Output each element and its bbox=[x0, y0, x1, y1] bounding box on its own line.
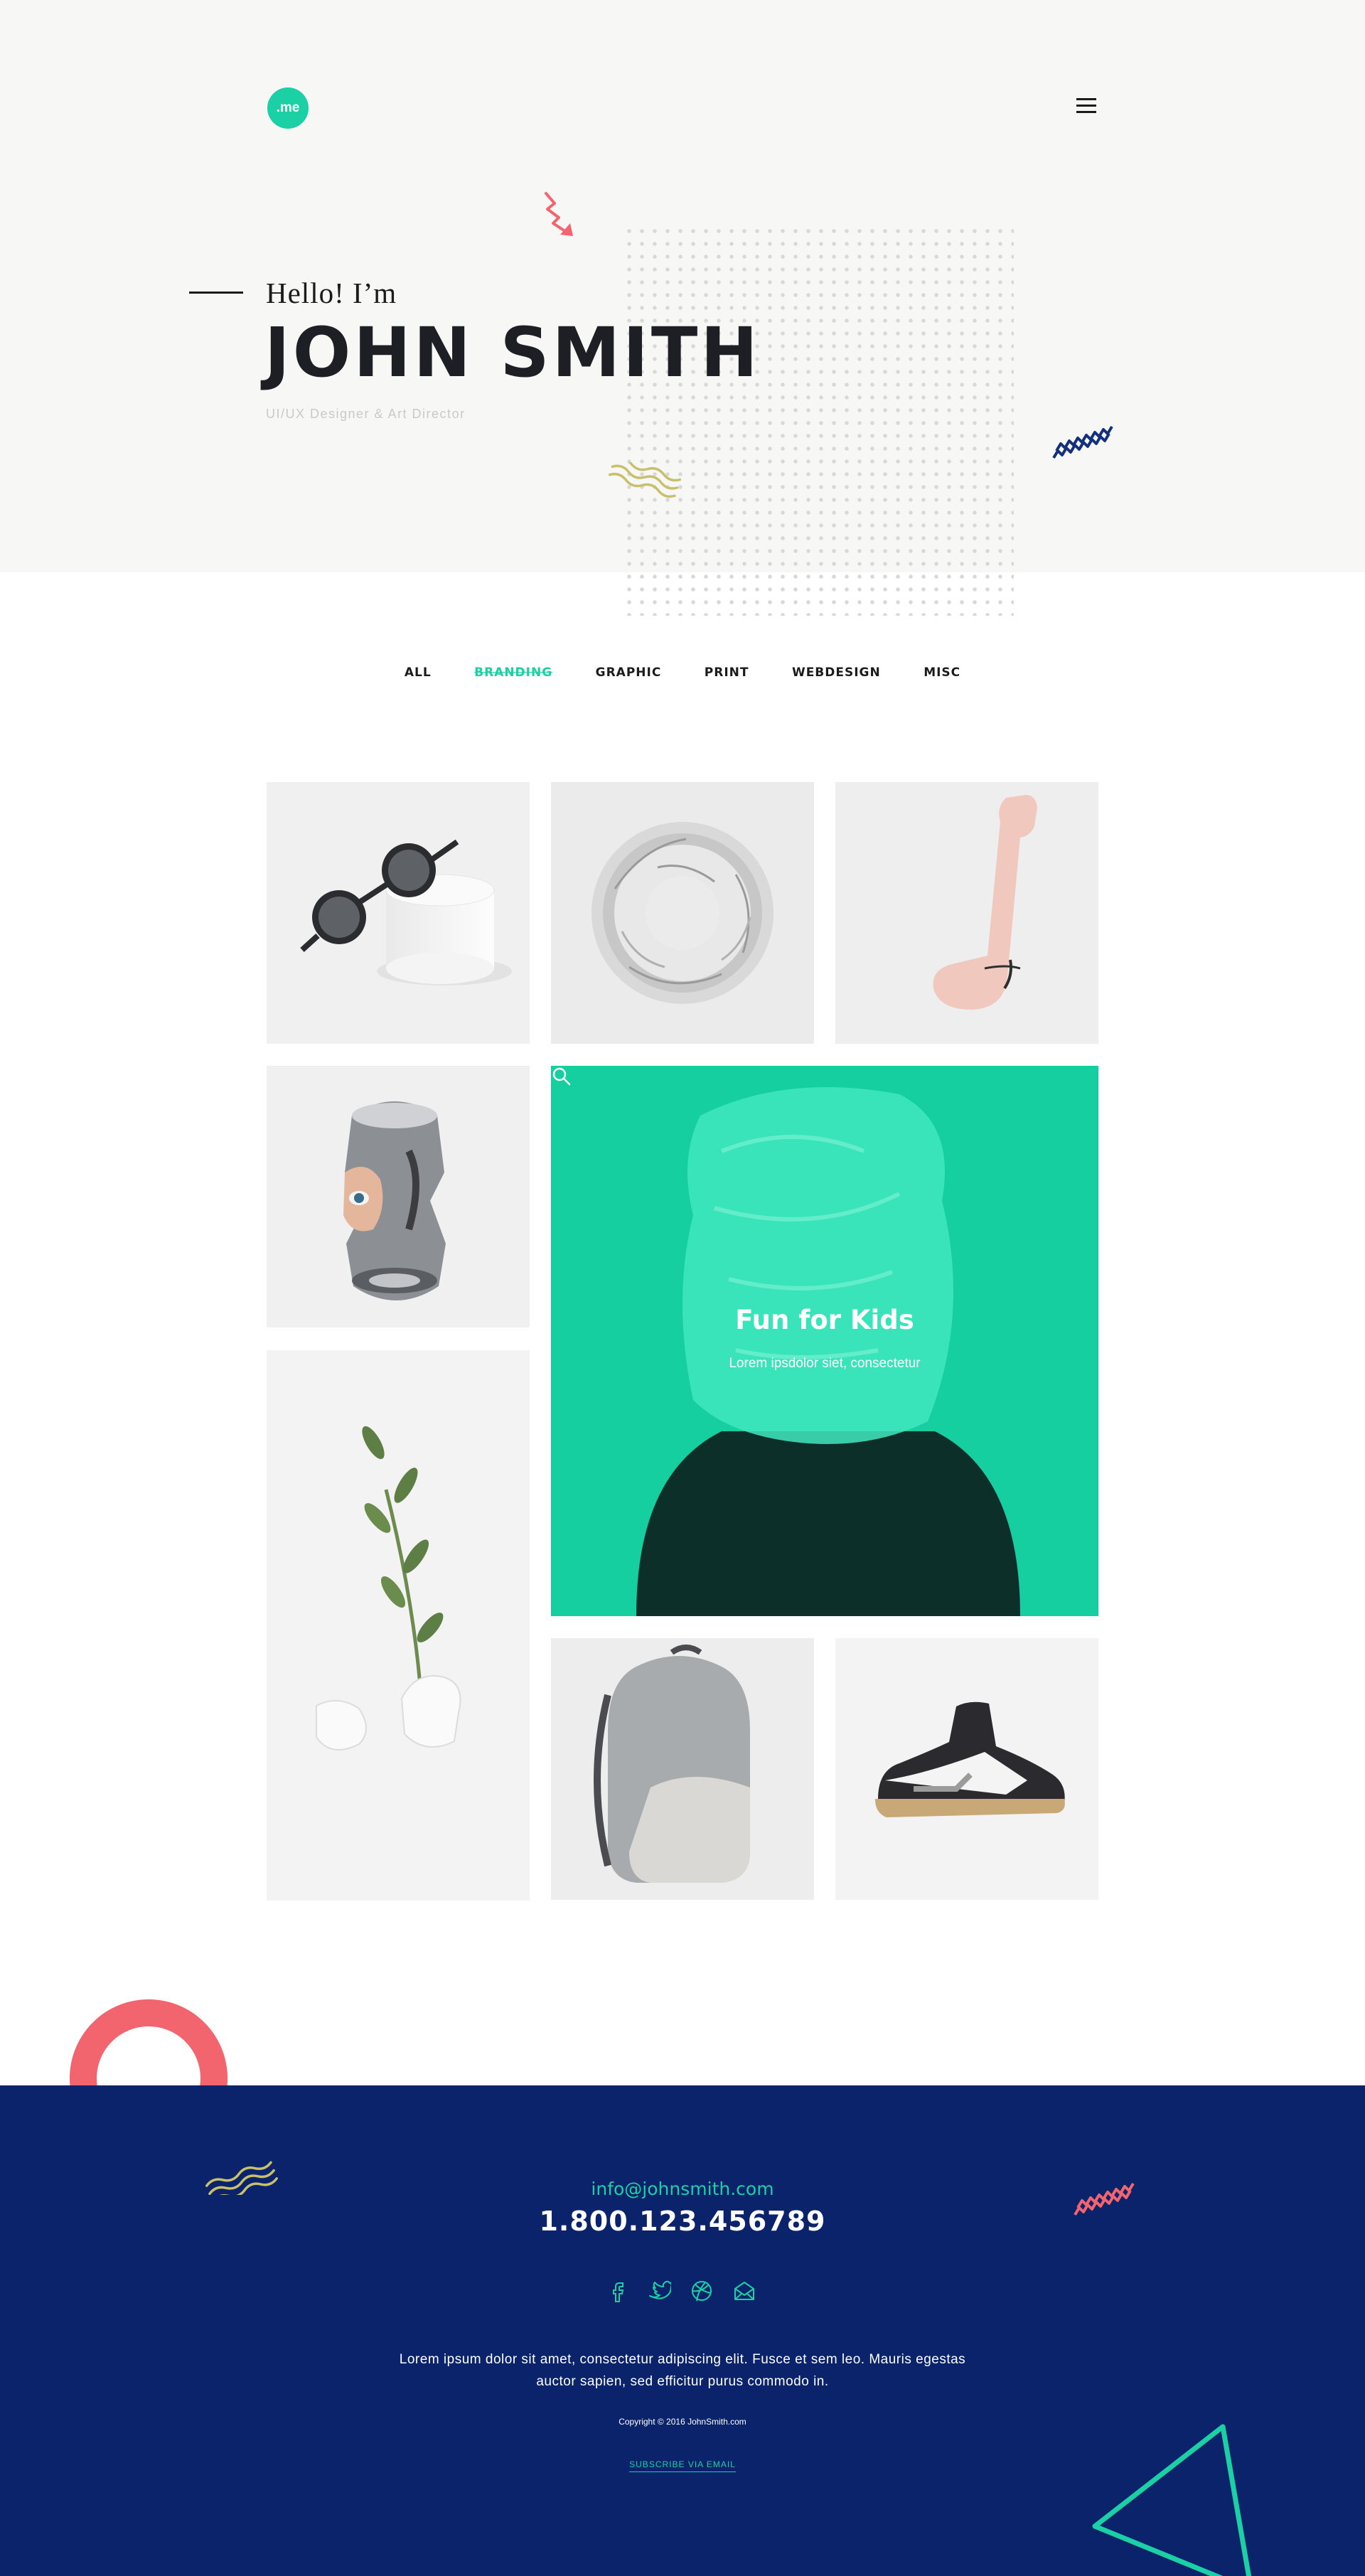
social-links bbox=[599, 2279, 769, 2307]
filter-all[interactable]: ALL bbox=[405, 666, 432, 680]
subscribe-link[interactable]: SUBSCRIBE VIA EMAIL bbox=[0, 2459, 1365, 2472]
hero-accent-line bbox=[189, 292, 243, 294]
featured-title: Fun for Kids bbox=[735, 1305, 914, 1335]
hero-greeting: Hello! I’m bbox=[266, 277, 397, 309]
dribbble-icon[interactable] bbox=[690, 2279, 714, 2303]
footer-email-link[interactable]: info@johnsmith.com bbox=[0, 2179, 1365, 2199]
navy-zigzag-decoration bbox=[1052, 425, 1113, 459]
portfolio-item-scarf[interactable] bbox=[551, 782, 814, 1044]
filter-print[interactable]: PRINT bbox=[705, 666, 749, 680]
portfolio-item-backpack[interactable] bbox=[551, 1638, 814, 1900]
can-image bbox=[343, 1101, 446, 1300]
scarf-image bbox=[592, 822, 774, 1004]
hero-role: UI/UX Designer & Art Director bbox=[266, 407, 466, 421]
sunglasses-image bbox=[300, 839, 512, 985]
hero-name: JOHN SMITH bbox=[264, 313, 761, 392]
teal-triangle-decoration bbox=[1092, 2424, 1251, 2576]
arm-image bbox=[933, 795, 1037, 1010]
filter-graphic[interactable]: GRAPHIC bbox=[596, 666, 662, 680]
hamburger-icon[interactable] bbox=[1076, 98, 1096, 115]
olive-wave-decoration bbox=[608, 462, 682, 498]
logo[interactable]: .me bbox=[267, 87, 309, 129]
subscribe-link-label[interactable]: SUBSCRIBE VIA EMAIL bbox=[629, 2459, 736, 2472]
featured-overlay: Fun for Kids Lorem ipsdolor siet, consec… bbox=[551, 1066, 1098, 1616]
portfolio-item-featured[interactable]: Fun for Kids Lorem ipsdolor siet, consec… bbox=[551, 1066, 1098, 1616]
search-icon[interactable] bbox=[551, 1066, 572, 1087]
portfolio-item-arm[interactable] bbox=[835, 782, 1098, 1044]
hero-section: .me Hello! I’m JOHN SMITH UI/UX Designer… bbox=[0, 0, 1365, 616]
coral-arrow-decoration bbox=[545, 192, 573, 236]
filter-misc[interactable]: MISC bbox=[924, 666, 960, 680]
portfolio-item-can[interactable] bbox=[267, 1066, 530, 1327]
portfolio-item-plant[interactable] bbox=[267, 1350, 530, 1901]
portfolio-filters: ALL BRANDING GRAPHIC PRINT WEBDESIGN MIS… bbox=[0, 666, 1365, 680]
dot-pattern bbox=[623, 225, 1014, 616]
sneaker-image bbox=[875, 1701, 1065, 1817]
twitter-icon[interactable] bbox=[647, 2279, 671, 2303]
footer: info@johnsmith.com 1.800.123.456789 Lore… bbox=[0, 2085, 1365, 2576]
footer-text: Lorem ipsum dolor sit amet, consectetur … bbox=[399, 2352, 966, 2389]
filter-webdesign[interactable]: WEBDESIGN bbox=[792, 666, 881, 680]
footer-phone: 1.800.123.456789 bbox=[539, 2206, 826, 2237]
facebook-icon[interactable] bbox=[606, 2279, 630, 2303]
portfolio-item-sunglasses[interactable] bbox=[267, 782, 530, 1044]
backpack-image bbox=[594, 1645, 750, 1883]
email-icon[interactable] bbox=[732, 2279, 756, 2303]
portfolio-item-sneaker[interactable] bbox=[835, 1638, 1098, 1900]
plant-image bbox=[316, 1426, 461, 1751]
footer-copyright: Copyright © 2016 JohnSmith.com bbox=[619, 2417, 746, 2427]
featured-subtitle: Lorem ipsdolor siet, consectetur bbox=[729, 1356, 921, 1371]
filter-branding[interactable]: BRANDING bbox=[474, 666, 552, 680]
